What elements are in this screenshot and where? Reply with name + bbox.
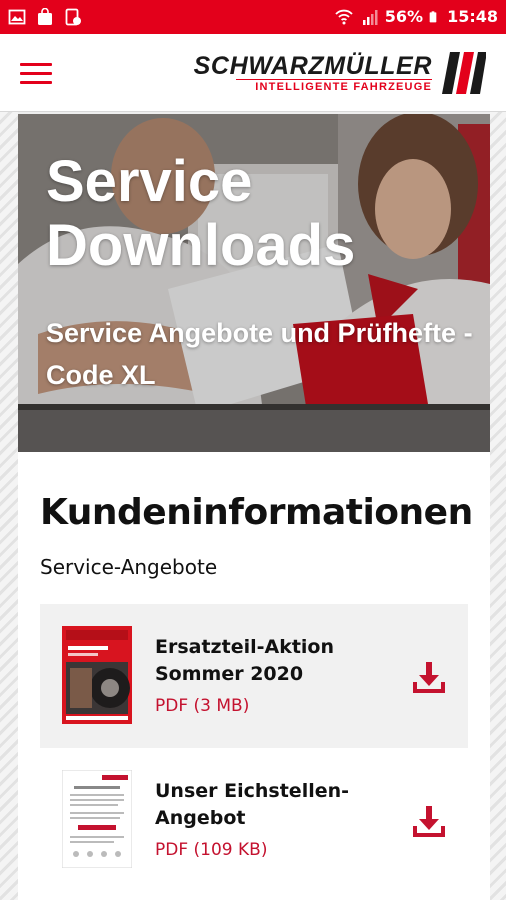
download-item[interactable]: Unser Eichstellen-Angebot PDF (109 KB) <box>40 748 468 892</box>
hero-title: Service Downloads <box>46 150 355 278</box>
document-thumbnail <box>62 770 132 868</box>
section-title: Kundeninformationen <box>40 492 473 533</box>
left-stripe-decoration <box>0 112 18 900</box>
hero-title-line-1: Service <box>46 149 253 214</box>
download-item[interactable]: Ersatzteil-Aktion Sommer 2020 PDF (3 MB) <box>40 604 468 748</box>
hamburger-menu-icon[interactable] <box>20 63 52 85</box>
hero-banner: Service Downloads Service Angebote und P… <box>18 114 490 452</box>
right-stripe-decoration <box>490 112 506 900</box>
brand-stripes-icon <box>442 52 486 94</box>
brand-tagline: INTELLIGENTE FAHRZEUGE <box>255 81 432 93</box>
download-icon[interactable] <box>412 660 446 694</box>
battery-icon <box>429 11 437 23</box>
wifi-icon <box>335 9 353 25</box>
brand-underline <box>236 79 432 80</box>
download-title[interactable]: Ersatzteil-Aktion Sommer 2020 <box>155 634 375 688</box>
image-icon <box>8 9 26 25</box>
download-title[interactable]: Unser Eichstellen-Angebot <box>155 778 375 832</box>
status-system-info: 56% 15:48 <box>333 8 498 26</box>
download-icon[interactable] <box>412 804 446 838</box>
bag-icon <box>38 8 52 25</box>
status-bar: 56% 15:48 <box>0 0 506 34</box>
status-notification-icons <box>8 8 82 26</box>
clock: 15:48 <box>447 7 498 26</box>
battery-percentage: 56% <box>384 7 424 26</box>
section-subtitle: Service-Angebote <box>40 555 218 579</box>
app-header: SCHWARZMÜLLER INTELLIGENTE FAHRZEUGE <box>0 34 506 112</box>
download-file-info: PDF (109 KB) <box>155 840 268 860</box>
hero-subtitle: Service Angebote und Prüfhefte - Code XL <box>46 318 473 390</box>
brochure-thumbnail <box>62 626 132 724</box>
main-content: Kundeninformationen Service-Angebote Ers… <box>18 452 490 900</box>
brand-logo[interactable]: SCHWARZMÜLLER INTELLIGENTE FAHRZEUGE <box>166 50 486 98</box>
signal-icon <box>362 10 378 25</box>
hero-title-line-2: Downloads <box>46 213 356 278</box>
brand-name: SCHWARZMÜLLER <box>193 52 432 80</box>
download-file-info: PDF (3 MB) <box>155 696 250 716</box>
tablet-icon <box>65 8 81 26</box>
